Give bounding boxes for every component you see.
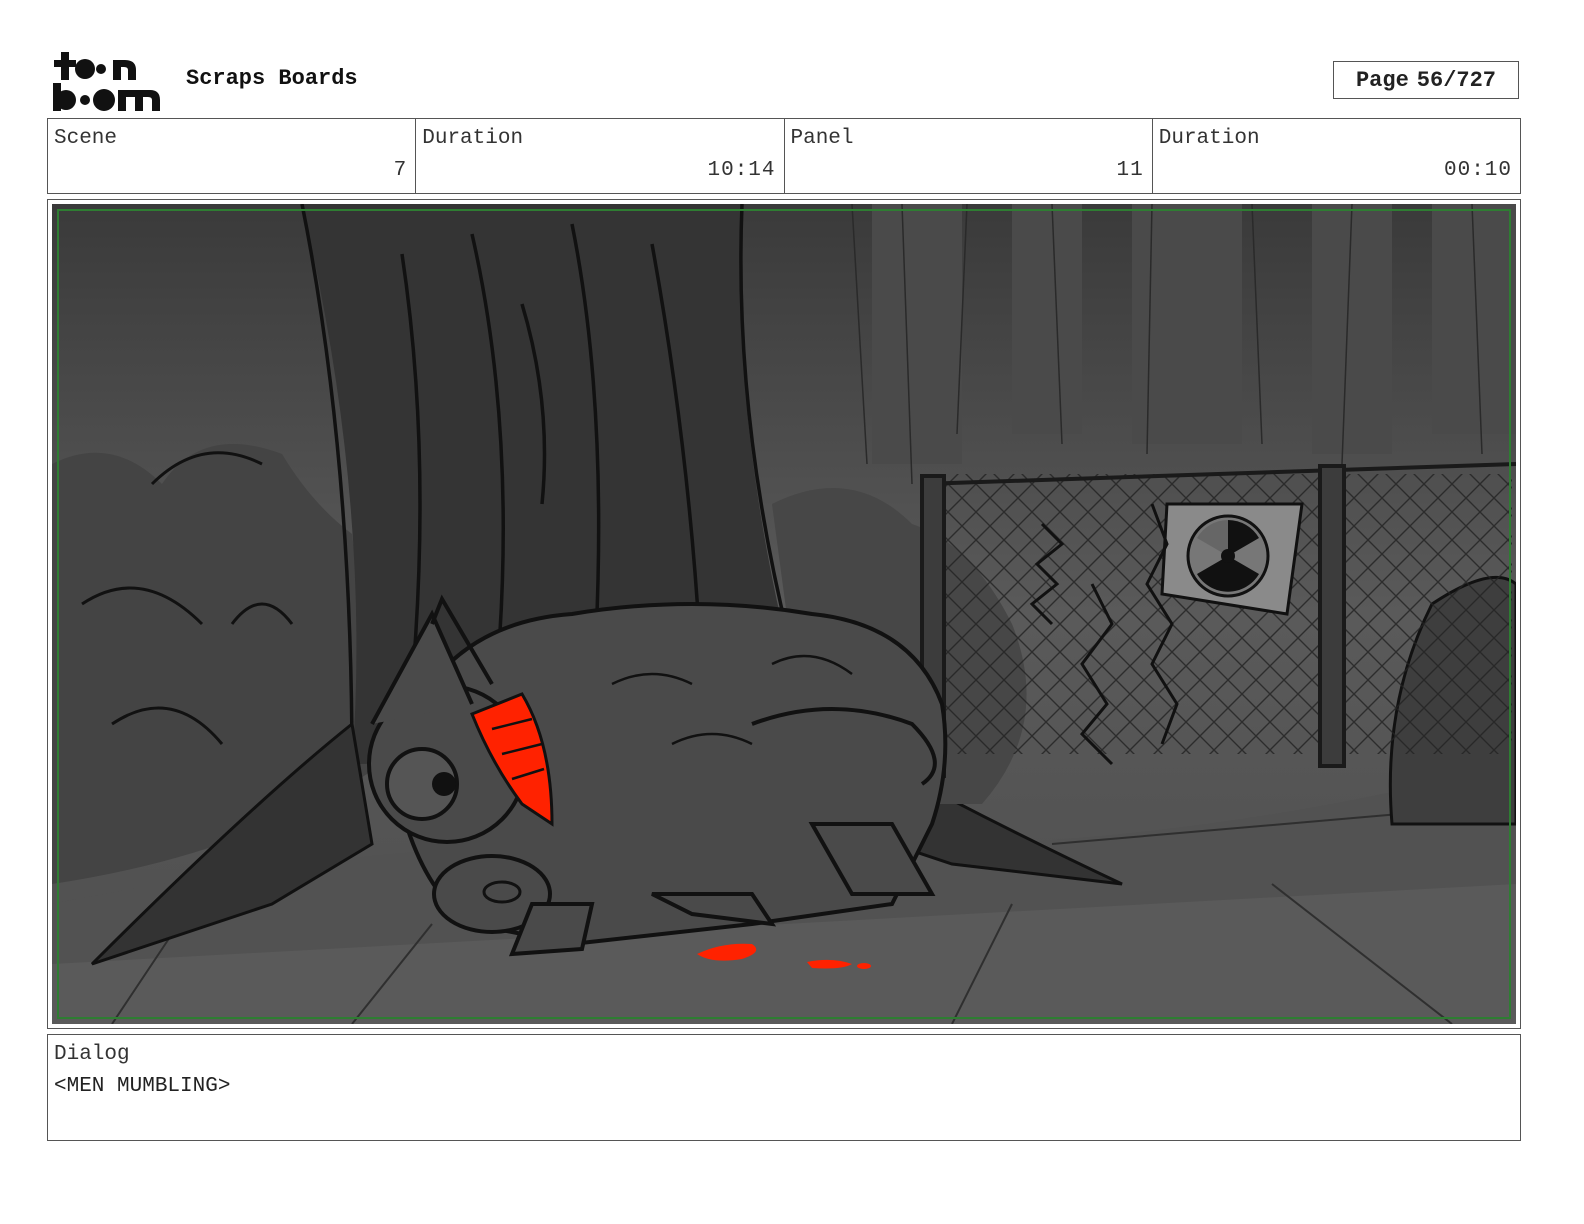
scene-label: Scene [54, 127, 118, 150]
panel-cell: Panel 11 [785, 119, 1153, 193]
dialog-label: Dialog [54, 1043, 130, 1066]
scene-duration-label: Duration [422, 127, 524, 150]
scene-value: 7 [393, 159, 408, 182]
toon-boom-logo [50, 50, 165, 112]
scene-duration-value: 10:14 [707, 159, 776, 182]
radiation-sign-icon [1160, 502, 1304, 616]
panel-duration-value: 00:10 [1443, 159, 1512, 182]
panel-value: 11 [1116, 159, 1144, 182]
storyboard-panel-image [52, 204, 1516, 1024]
scene-duration-cell: Duration 10:14 [416, 119, 785, 193]
page-number: 56/727 [1416, 67, 1497, 93]
logo-mark-icon [53, 52, 160, 111]
panel-info-row: Scene 7 Duration 10:14 Panel 11 Duration… [47, 118, 1521, 194]
storyboard-panel-frame [47, 199, 1521, 1029]
panel-duration-label: Duration [1158, 127, 1260, 150]
project-title: Scraps Boards [186, 66, 358, 91]
panel-duration-cell: Duration 00:10 [1153, 119, 1520, 193]
page-label: Page [1355, 67, 1409, 93]
panel-label: Panel [790, 127, 854, 150]
dialog-box: Dialog <MEN MUMBLING> [47, 1034, 1521, 1141]
page-indicator: Page 56/727 [1333, 61, 1519, 99]
dialog-text: <MEN MUMBLING> [54, 1075, 231, 1098]
scene-cell: Scene 7 [48, 119, 417, 193]
